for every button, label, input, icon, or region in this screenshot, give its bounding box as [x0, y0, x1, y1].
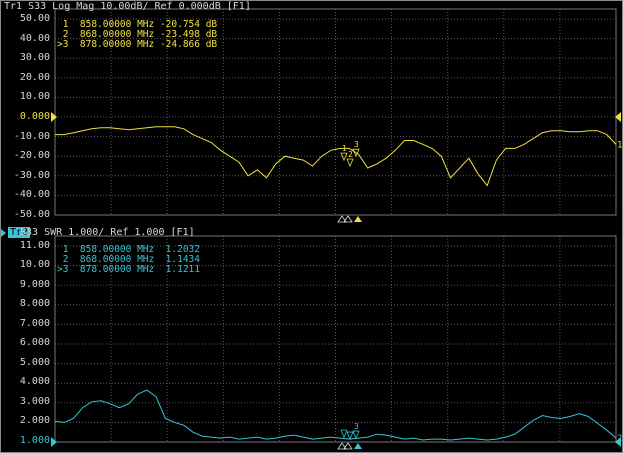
- trace2-y-label: 11.00: [19, 240, 50, 251]
- trace1-marker-readout: >3 878.00000 MHz -24.866 dB: [57, 39, 218, 50]
- trace1-y-label: 30.00: [19, 52, 50, 63]
- trace1-end-label: 1: [617, 140, 622, 150]
- trace2-y-label: 6.000: [19, 337, 50, 348]
- trace2-y-label: 7.000: [19, 318, 50, 329]
- trace2-y-label: 2.000: [19, 415, 50, 426]
- trace2-y-label: 4.000: [19, 376, 50, 387]
- marker-2-icon: [346, 158, 354, 168]
- trace1-y-label: -50.00: [13, 209, 50, 220]
- trace1-y-label: 10.00: [19, 91, 50, 102]
- trace2-end-label: 2: [617, 434, 622, 444]
- marker-1-icon: [340, 429, 348, 439]
- marker-number-label: 3: [354, 140, 359, 149]
- marker-2-icon: [346, 431, 354, 441]
- ref-level-left-icon: [51, 112, 57, 122]
- trace1-y-label: 20.00: [19, 72, 50, 83]
- trace1-title[interactable]: Tr1 S33 Log Mag 10.00dB/ Ref 0.000dB [F1…: [4, 1, 251, 13]
- marker-number-label: 1: [342, 144, 347, 153]
- trace2-y-label: 3.000: [19, 396, 50, 407]
- trace2-y-label: 10.00: [19, 259, 50, 270]
- trace1-y-label: -10.00: [13, 131, 50, 142]
- trace2-y-label: 8.000: [19, 298, 50, 309]
- trace1-y-label-ref: 0.000: [19, 111, 50, 122]
- trace1-y-label: -40.00: [13, 189, 50, 200]
- trace2-marker-readout: >3 878.00000 MHz 1.1211: [57, 264, 200, 275]
- marker-number-label: 2: [348, 150, 353, 159]
- active-trace-marker-icon: [1, 229, 6, 237]
- trace2-line: [54, 389, 617, 441]
- trace1-y-label: 50.00: [19, 13, 50, 24]
- trace2-y-label-ref: 1.000: [19, 435, 50, 446]
- trace2-title[interactable]: S33 SWR 1.000/ Ref 1.000 [F1]: [20, 227, 195, 239]
- trace1-y-label: 40.00: [19, 33, 50, 44]
- ref-level-left-icon: [51, 437, 57, 447]
- trace1-y-label: -30.00: [13, 170, 50, 181]
- marker-number-label: 3: [354, 422, 359, 431]
- trace2-y-label: 5.000: [19, 357, 50, 368]
- trace1-y-label: -20.00: [13, 150, 50, 161]
- marker-3-icon: [352, 430, 360, 440]
- active-stimulus-marker-icon: [354, 216, 362, 222]
- active-stimulus-marker-icon: [354, 443, 362, 449]
- trace2-y-label: 9.000: [19, 279, 50, 290]
